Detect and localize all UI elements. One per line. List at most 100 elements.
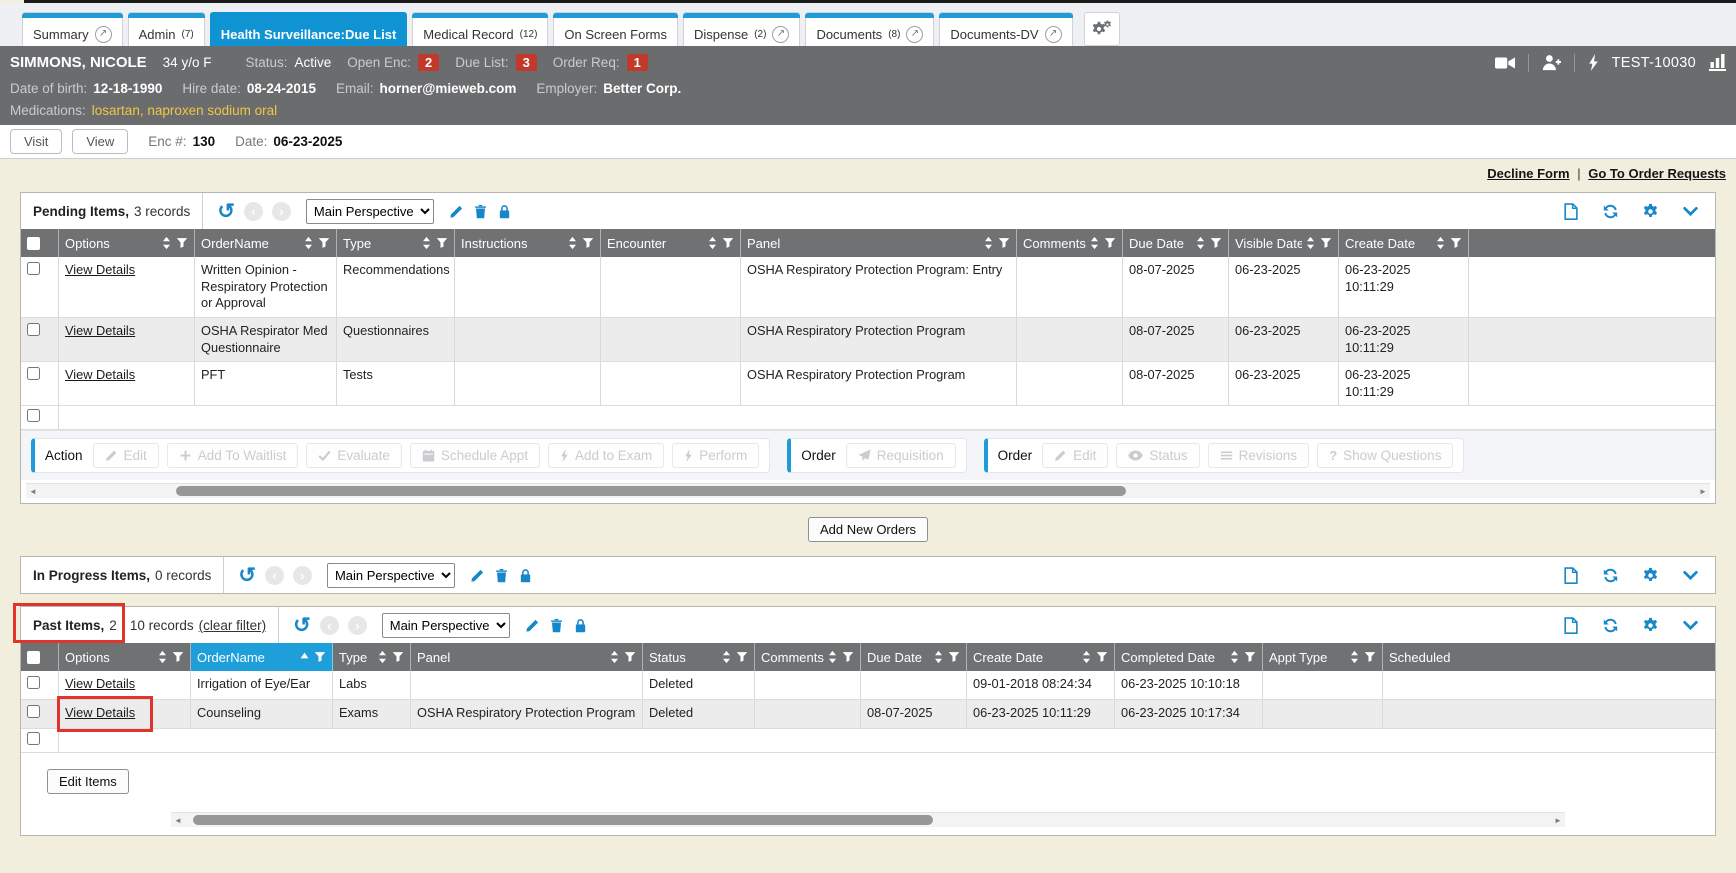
row-checkbox[interactable]: [27, 409, 40, 422]
prev-page-icon[interactable]: ‹: [244, 202, 263, 221]
popout-icon[interactable]: ↗: [772, 26, 789, 43]
view-details-link[interactable]: View Details: [65, 676, 135, 691]
column-header-create-date[interactable]: Create Date: [967, 643, 1115, 671]
order-edit-button[interactable]: Edit: [1042, 443, 1108, 468]
prev-page-icon[interactable]: ‹: [320, 616, 339, 635]
sort-icon[interactable]: [1436, 236, 1445, 250]
filter-funnel-icon[interactable]: [1320, 237, 1332, 249]
order-req-badge[interactable]: 1: [627, 54, 648, 71]
column-header-ordername[interactable]: OrderName: [195, 229, 337, 257]
chart-icon[interactable]: [1709, 54, 1726, 71]
sort-ascending-icon[interactable]: [300, 650, 309, 664]
row-checkbox[interactable]: [27, 676, 40, 689]
prev-page-icon[interactable]: ‹: [265, 566, 284, 585]
delete-perspective-icon[interactable]: [494, 568, 509, 583]
select-all-checkbox[interactable]: [27, 651, 40, 664]
sort-icon[interactable]: [422, 236, 431, 250]
column-header-encounter[interactable]: Encounter: [601, 229, 741, 257]
filter-funnel-icon[interactable]: [842, 651, 854, 663]
view-button[interactable]: View: [72, 129, 128, 154]
video-camera-icon[interactable]: [1495, 55, 1515, 71]
tab-summary[interactable]: Summary ↗: [22, 12, 123, 46]
sort-icon[interactable]: [708, 236, 717, 250]
column-header-type[interactable]: Type: [333, 643, 411, 671]
row-checkbox[interactable]: [27, 262, 40, 275]
perform-button[interactable]: Perform: [672, 443, 759, 468]
select-all-checkbox[interactable]: [27, 237, 40, 250]
column-header-options[interactable]: Options: [59, 643, 191, 671]
refresh-icon[interactable]: [1602, 203, 1619, 220]
refresh-icon[interactable]: [1602, 567, 1619, 584]
filter-funnel-icon[interactable]: [722, 237, 734, 249]
filter-funnel-icon[interactable]: [948, 651, 960, 663]
open-enc-badge[interactable]: 2: [418, 54, 439, 71]
filter-funnel-icon[interactable]: [172, 651, 184, 663]
sort-icon[interactable]: [1196, 236, 1205, 250]
perspective-select[interactable]: Main Perspective: [306, 199, 434, 224]
column-header-instructions[interactable]: Instructions: [455, 229, 601, 257]
filter-funnel-icon[interactable]: [436, 237, 448, 249]
filter-funnel-icon[interactable]: [314, 651, 326, 663]
filter-funnel-icon[interactable]: [1450, 237, 1462, 249]
add-to-exam-button[interactable]: Add to Exam: [548, 443, 664, 468]
view-details-link[interactable]: View Details: [65, 705, 135, 720]
column-header-comments[interactable]: Comments: [1017, 229, 1123, 257]
undo-icon[interactable]: ↺: [217, 201, 235, 222]
filter-funnel-icon[interactable]: [998, 237, 1010, 249]
tab-on-screen-forms[interactable]: On Screen Forms: [553, 12, 678, 46]
column-header-options[interactable]: Options: [59, 229, 195, 257]
sort-icon[interactable]: [1082, 650, 1091, 664]
row-checkbox[interactable]: [27, 323, 40, 336]
view-details-link[interactable]: View Details: [65, 262, 135, 277]
clear-filter-link[interactable]: (clear filter): [199, 618, 267, 633]
column-header-panel[interactable]: Panel: [411, 643, 643, 671]
edit-button[interactable]: Edit: [93, 443, 159, 468]
sort-icon[interactable]: [304, 236, 313, 250]
column-header-scheduled[interactable]: Scheduled: [1383, 643, 1715, 671]
next-page-icon[interactable]: ›: [272, 202, 291, 221]
scroll-right-arrow[interactable]: ►: [1696, 485, 1710, 498]
sort-icon[interactable]: [610, 650, 619, 664]
popout-icon[interactable]: ↗: [1045, 26, 1062, 43]
evaluate-button[interactable]: Evaluate: [306, 443, 402, 468]
sort-icon[interactable]: [1350, 650, 1359, 664]
popout-icon[interactable]: ↗: [95, 26, 112, 43]
visit-button[interactable]: Visit: [10, 129, 62, 154]
column-header-create-date[interactable]: Create Date: [1339, 229, 1469, 257]
sort-icon[interactable]: [1306, 236, 1315, 250]
collapse-chevron-icon[interactable]: [1682, 617, 1699, 634]
filter-funnel-icon[interactable]: [1244, 651, 1256, 663]
filter-funnel-icon[interactable]: [176, 237, 188, 249]
popout-icon[interactable]: ↗: [906, 26, 923, 43]
tab-medical-record[interactable]: Medical Record (12): [412, 12, 548, 46]
scroll-left-arrow[interactable]: ◄: [26, 485, 40, 498]
perspective-select[interactable]: Main Perspective: [327, 563, 455, 588]
filter-funnel-icon[interactable]: [392, 651, 404, 663]
sort-icon[interactable]: [722, 650, 731, 664]
column-header-ordername-sorted[interactable]: OrderName: [191, 643, 333, 671]
requisition-button[interactable]: Requisition: [846, 443, 956, 468]
filter-funnel-icon[interactable]: [582, 237, 594, 249]
filter-funnel-icon[interactable]: [624, 651, 636, 663]
column-header-comments[interactable]: Comments: [755, 643, 861, 671]
sort-icon[interactable]: [828, 650, 837, 664]
scroll-left-arrow[interactable]: ◄: [171, 814, 185, 827]
sort-icon[interactable]: [568, 236, 577, 250]
column-header-type[interactable]: Type: [337, 229, 455, 257]
next-page-icon[interactable]: ›: [293, 566, 312, 585]
sort-icon[interactable]: [162, 236, 171, 250]
scroll-right-arrow[interactable]: ►: [1551, 814, 1565, 827]
filter-funnel-icon[interactable]: [1210, 237, 1222, 249]
undo-icon[interactable]: ↺: [293, 615, 311, 636]
add-user-icon[interactable]: [1542, 54, 1561, 71]
filter-funnel-icon[interactable]: [1104, 237, 1116, 249]
column-header-status[interactable]: Status: [643, 643, 755, 671]
tab-documents[interactable]: Documents (8) ↗: [805, 12, 934, 46]
column-header-due-date[interactable]: Due Date: [1123, 229, 1229, 257]
schedule-appt-button[interactable]: Schedule Appt: [410, 443, 540, 468]
delete-perspective-icon[interactable]: [473, 204, 488, 219]
medications-value[interactable]: losartan, naproxen sodium oral: [92, 103, 277, 118]
tab-settings-button[interactable]: [1084, 12, 1120, 46]
go-to-order-requests-link[interactable]: Go To Order Requests: [1588, 166, 1726, 181]
collapse-chevron-icon[interactable]: [1682, 203, 1699, 220]
